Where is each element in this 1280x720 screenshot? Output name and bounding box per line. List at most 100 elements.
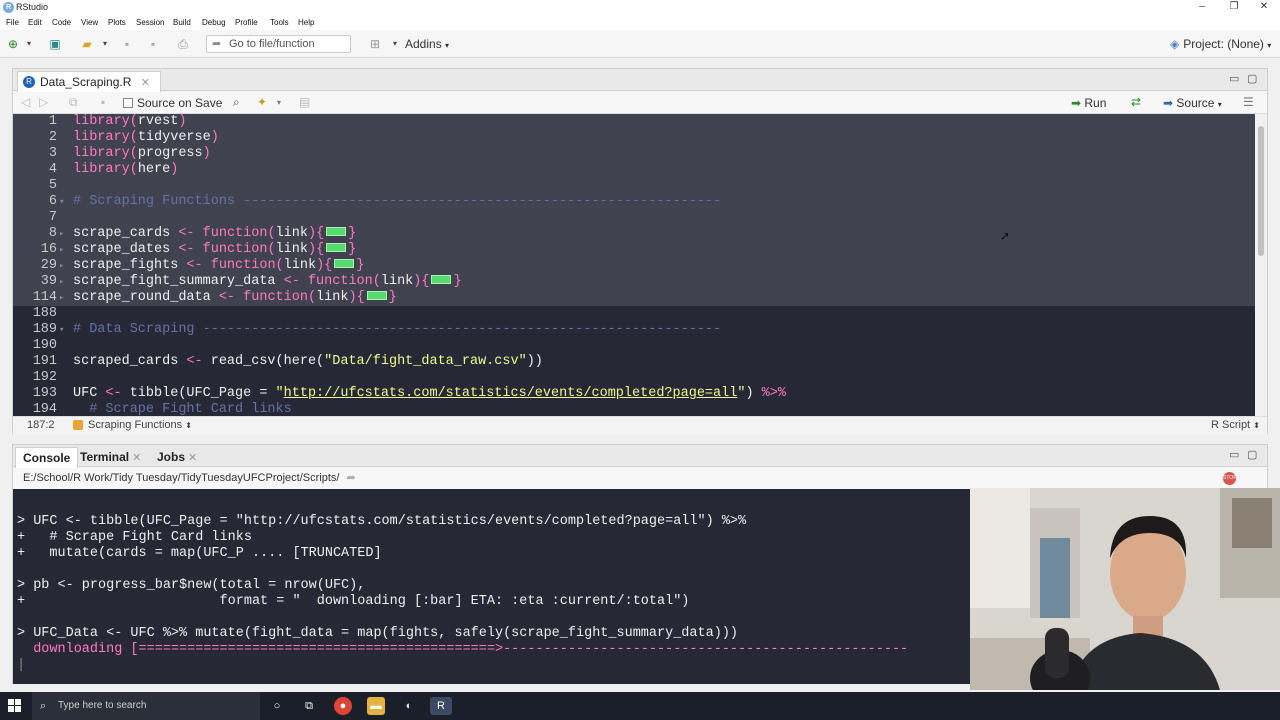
code-editor[interactable]: 1 library(rvest) 2 library(tidyverse) 3 lib… — [13, 114, 1255, 416]
fold-toggle-icon[interactable]: ▸ — [59, 290, 69, 306]
new-file-icon[interactable]: ⊕ — [6, 37, 20, 51]
working-directory-path: E:/School/R Work/Tidy Tuesday/TidyTuesda… — [23, 472, 340, 484]
console-line: + mutate(cards = map(UFC_P .... [TRUNCAT… — [17, 546, 382, 561]
addins-menu[interactable]: Addins ▾ — [405, 37, 449, 51]
code-line: 8 ▸ scrape_cards <- function(link){} — [13, 226, 1255, 242]
section-nav[interactable]: Scraping Functions ⬍ — [88, 417, 192, 434]
folded-code-icon[interactable] — [334, 259, 355, 268]
file-type-menu[interactable]: R Script ⬍ — [1211, 417, 1260, 434]
rerun-icon[interactable]: ⇄ — [1131, 95, 1141, 109]
code-line: 193 UFC <- tibble(UFC_Page = "http://ufcs… — [13, 386, 1255, 402]
minimize-console-icon[interactable]: ▭ — [1229, 448, 1239, 461]
menu-profile[interactable]: Profile — [235, 18, 258, 27]
cortana-icon[interactable]: ○ — [268, 697, 286, 715]
section-icon — [73, 420, 83, 430]
code-line: 1 library(rvest) — [13, 114, 1255, 130]
print-icon[interactable]: ⎙ — [176, 37, 190, 51]
pane-layout-icon[interactable]: ⊞ — [368, 37, 382, 51]
new-file-dropdown-icon[interactable]: ▾ — [22, 37, 36, 51]
addins-chevron-icon: ▾ — [445, 41, 450, 50]
task-view-icon[interactable]: ⧉ — [300, 697, 318, 715]
close-tab-icon[interactable]: ✕ — [141, 77, 150, 89]
menu-edit[interactable]: Edit — [28, 18, 42, 27]
source-dropdown-icon: ▾ — [1217, 100, 1222, 109]
menu-debug[interactable]: Debug — [202, 18, 226, 27]
pane-layout-dropdown-icon[interactable]: ▾ — [388, 37, 402, 51]
source-on-save-checkbox[interactable]: Source on Save — [123, 96, 222, 110]
save-icon[interactable]: ▪ — [120, 37, 134, 51]
editor-scrollbar[interactable] — [1255, 114, 1267, 416]
project-menu[interactable]: ◈ Project: (None) ▾ — [1170, 37, 1271, 51]
find-replace-icon[interactable]: ⌕ — [233, 95, 240, 110]
menu-build[interactable]: Build — [173, 18, 191, 27]
minimize-button[interactable]: – — [1186, 0, 1218, 16]
document-outline-icon[interactable]: ☰ — [1243, 95, 1254, 109]
save-file-icon[interactable]: ▪ — [101, 95, 105, 109]
back-icon[interactable]: ◁ — [21, 95, 30, 109]
folded-code-icon[interactable] — [366, 291, 387, 300]
folded-code-icon[interactable] — [326, 243, 347, 252]
menu-file[interactable]: File — [6, 18, 19, 27]
code-line: 39 ▸ scrape_fight_summary_data <- function… — [13, 274, 1255, 290]
open-file-dropdown-icon[interactable]: ▾ — [98, 37, 112, 51]
search-icon: ⌕ — [40, 700, 47, 712]
scrollbar-thumb[interactable] — [1258, 126, 1264, 256]
menu-plots[interactable]: Plots — [108, 18, 126, 27]
show-in-window-icon[interactable]: ⧉ — [69, 95, 78, 110]
save-all-icon[interactable]: ▪ — [146, 37, 160, 51]
tab-jobs[interactable]: Jobs ✕ — [150, 447, 204, 468]
close-terminal-icon[interactable]: ✕ — [132, 452, 141, 464]
start-button-icon[interactable] — [8, 699, 22, 713]
file-explorer-icon[interactable]: ▬ — [367, 697, 385, 715]
maximize-console-icon[interactable]: ▢ — [1247, 448, 1257, 461]
menu-code[interactable]: Code — [52, 18, 71, 27]
rstudio-logo-icon: R — [3, 2, 14, 13]
taskbar-search[interactable]: ⌕ Type here to search — [32, 692, 260, 720]
editor-tab-bar: R Data_Scraping.R ✕ ▭ ▢ — [13, 69, 1267, 92]
run-button[interactable]: ➡ Run — [1071, 96, 1106, 110]
fold-toggle-icon[interactable]: ▾ — [59, 194, 69, 210]
source-button[interactable]: ➡ Source ▾ — [1163, 96, 1222, 110]
menu-session[interactable]: Session — [136, 18, 164, 27]
code-tools-dropdown-icon[interactable]: ▾ — [277, 98, 281, 107]
stop-button[interactable]: STOP — [1223, 472, 1237, 485]
open-file-icon[interactable]: ▰ — [80, 37, 94, 51]
new-project-icon[interactable]: ▣ — [48, 37, 62, 51]
tab-console[interactable]: Console — [15, 447, 79, 468]
line-number: 114 — [32, 290, 57, 305]
line-number: 193 — [32, 386, 57, 401]
fold-toggle-icon[interactable]: ▸ — [59, 242, 69, 258]
code-tools-icon[interactable]: ✦ — [257, 95, 267, 109]
forward-icon[interactable]: ▷ — [39, 95, 48, 109]
close-jobs-icon[interactable]: ✕ — [188, 452, 197, 464]
code-text: scrape_fight_summary_data <- function(li… — [73, 274, 462, 289]
chrome-icon[interactable]: ● — [334, 697, 352, 715]
compile-report-icon[interactable]: ▤ — [299, 95, 310, 109]
menu-tools[interactable]: Tools — [270, 18, 289, 27]
menu-help[interactable]: Help — [298, 18, 314, 27]
folded-code-icon[interactable] — [431, 275, 452, 284]
rstudio-taskbar-icon[interactable]: R — [430, 697, 452, 715]
title-bar: R RStudio – ❐ ✕ — [0, 0, 1280, 16]
section-chevron-icon: ⬍ — [185, 421, 192, 430]
fold-toggle-icon[interactable]: ▸ — [59, 274, 69, 290]
minimize-pane-icon[interactable]: ▭ — [1229, 72, 1239, 85]
console-output[interactable]: > UFC <- tibble(UFC_Page = "http://ufcst… — [13, 489, 971, 684]
fold-toggle-icon[interactable]: ▸ — [59, 258, 69, 274]
folded-code-icon[interactable] — [326, 227, 347, 236]
github-desktop-icon[interactable]: ◐ — [400, 697, 418, 715]
maximize-button[interactable]: ❐ — [1218, 0, 1250, 16]
close-button[interactable]: ✕ — [1248, 0, 1280, 16]
goto-file-input[interactable]: ➦ Go to file/function — [206, 35, 351, 53]
maximize-pane-icon[interactable]: ▢ — [1247, 72, 1257, 85]
addins-label: Addins — [405, 37, 442, 51]
line-number: 194 — [32, 402, 57, 416]
menu-view[interactable]: View — [81, 18, 98, 27]
goto-directory-icon[interactable]: ➦ — [347, 472, 356, 484]
fold-toggle-icon[interactable]: ▾ — [59, 322, 69, 338]
file-tab[interactable]: R Data_Scraping.R ✕ — [17, 71, 161, 92]
tab-terminal[interactable]: Terminal ✕ — [73, 447, 148, 468]
tab-terminal-label: Terminal — [80, 450, 130, 464]
fold-toggle-icon[interactable]: ▸ — [59, 226, 69, 242]
line-number: 5 — [48, 178, 57, 193]
